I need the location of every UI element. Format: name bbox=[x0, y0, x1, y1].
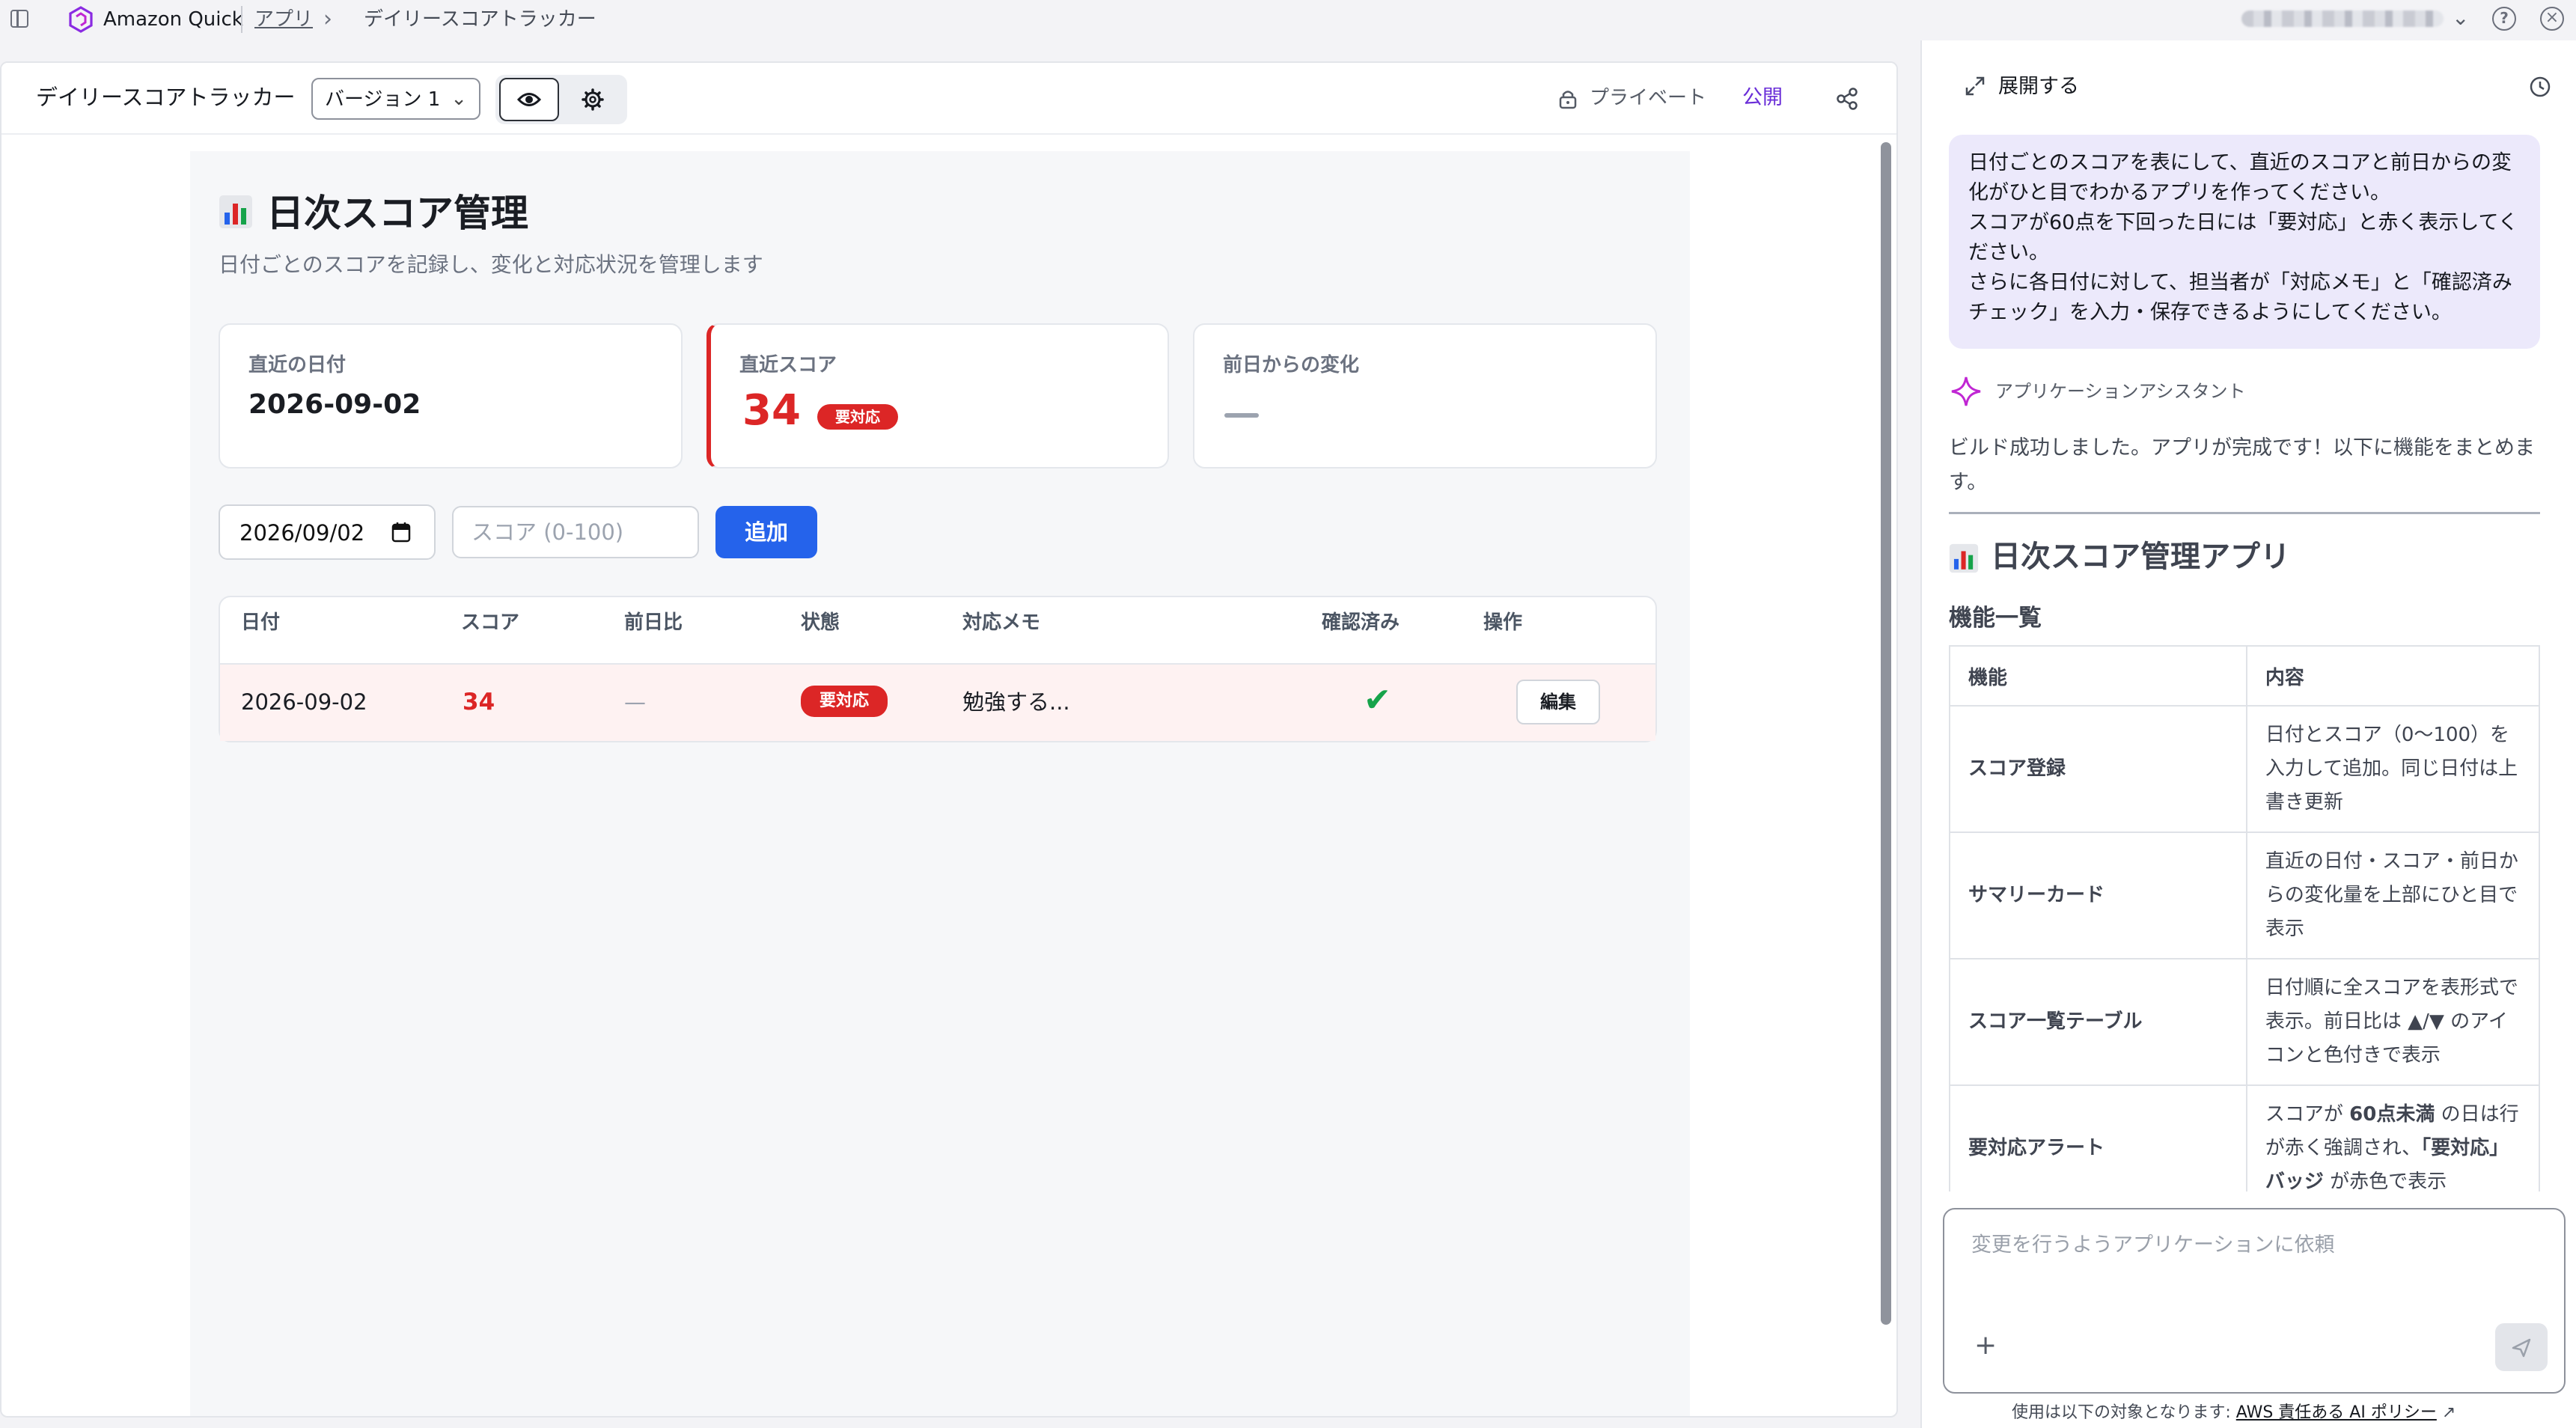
bar-chart-icon bbox=[219, 195, 252, 228]
feature-description: 日付順に全スコアを表形式で表示。前日比は ▲/▼ のアイコンと色付きで表示 bbox=[2245, 958, 2540, 1086]
column-header-score: スコア bbox=[461, 611, 520, 634]
edit-button[interactable]: 編集 bbox=[1516, 680, 1600, 724]
assistant-message: ビルド成功しました。アプリが完成です！以下に機能をまとめます。 bbox=[1949, 436, 2535, 494]
column-header-status: 状態 bbox=[801, 611, 840, 634]
preview-button[interactable] bbox=[499, 78, 559, 121]
sparkle-icon bbox=[1951, 376, 1981, 406]
no-change-dash bbox=[1224, 413, 1259, 418]
assistant-name: アプリケーションアシスタント bbox=[1995, 381, 2246, 402]
user-message-bubble: 日付ごとのスコアを表にして、直近のスコアと前日からの変化がひと目でわかるアプリを… bbox=[1949, 135, 2540, 349]
breadcrumb-current: デイリースコアトラッカー bbox=[364, 8, 596, 31]
lock-icon bbox=[1559, 91, 1577, 109]
breadcrumb-apps-link[interactable]: アプリ bbox=[254, 6, 313, 33]
breadcrumb-chevron-icon: › bbox=[323, 6, 332, 32]
recent-date-card: 直近の日付 2026-09-02 bbox=[219, 323, 683, 469]
feature-name: 要対応アラート bbox=[1949, 1084, 2247, 1191]
column-header-confirmed: 確認済み bbox=[1322, 611, 1400, 634]
divider bbox=[1949, 512, 2540, 514]
policy-link[interactable]: AWS 責任ある AI ポリシー bbox=[2236, 1403, 2437, 1422]
expand-icon[interactable] bbox=[1964, 75, 1986, 97]
add-attachment-button[interactable]: + bbox=[1974, 1331, 1997, 1361]
recent-date-value: 2026-09-02 bbox=[248, 389, 421, 420]
add-score-button[interactable]: 追加 bbox=[715, 506, 817, 558]
amazon-quick-logo-icon bbox=[69, 6, 93, 33]
external-link-icon: ↗ bbox=[2436, 1403, 2456, 1422]
row-change: — bbox=[624, 689, 646, 715]
recent-score-card: 直近スコア 34 要対応 bbox=[706, 323, 1169, 469]
feature-description: 直近の日付・スコア・前日からの変化量を上部にひと目で表示 bbox=[2245, 832, 2540, 959]
daily-change-label: 前日からの変化 bbox=[1223, 354, 1360, 376]
recent-score-label: 直近スコア bbox=[739, 354, 837, 376]
daily-change-card: 前日からの変化 bbox=[1193, 323, 1657, 469]
row-status-badge: 要対応 bbox=[801, 686, 888, 717]
feature-column-header: 機能 bbox=[1949, 645, 2247, 707]
chevron-down-icon: ⌄ bbox=[451, 88, 467, 110]
scrollbar-thumb[interactable] bbox=[1881, 142, 1891, 1325]
breadcrumb-divider bbox=[241, 6, 242, 33]
sidebar-toggle-icon[interactable] bbox=[7, 6, 34, 33]
row-memo: 勉強する... bbox=[962, 689, 1070, 715]
table-row: スコア登録 日付とスコア（0〜100）を入力して追加。同じ日付は上書き更新 bbox=[1949, 705, 2540, 833]
desc-bold: 60点未満 bbox=[2349, 1103, 2435, 1126]
recent-date-label: 直近の日付 bbox=[248, 354, 347, 376]
recent-score-value: 34 bbox=[742, 386, 801, 435]
row-score: 34 bbox=[463, 689, 495, 715]
privacy-status-button[interactable]: プライベート bbox=[1590, 84, 1706, 112]
send-button[interactable] bbox=[2495, 1323, 2548, 1371]
account-chevron-down-icon[interactable]: ⌄ bbox=[2452, 6, 2469, 30]
send-icon bbox=[2512, 1338, 2531, 1358]
response-subtitle: 機能一覧 bbox=[1949, 605, 2042, 632]
page-subtitle: 日付ごとのスコアを記録し、変化と対応状況を管理します bbox=[219, 252, 763, 277]
settings-button[interactable] bbox=[563, 78, 623, 121]
response-title: 日次スコア管理アプリ bbox=[1991, 540, 2290, 574]
policy-prefix: 使用は以下の対象となります: bbox=[2012, 1403, 2236, 1422]
version-value: バージョン 1 bbox=[325, 88, 441, 111]
date-input-value: 2026/09/02 bbox=[239, 520, 365, 546]
feature-description: スコアが 60点未満 の日は行が赤く強調され、「要対応」バッジ が赤色で表示 bbox=[2245, 1084, 2540, 1191]
feature-name: スコア登録 bbox=[1949, 705, 2247, 833]
account-menu[interactable] bbox=[2241, 10, 2444, 27]
calendar-icon[interactable] bbox=[391, 521, 412, 543]
needs-action-badge: 要対応 bbox=[817, 404, 898, 430]
column-header-change: 前日比 bbox=[624, 611, 683, 634]
desc-text: が赤色で表示 bbox=[2323, 1171, 2447, 1191]
expand-button[interactable]: 展開する bbox=[1998, 72, 2079, 102]
app-title: デイリースコアトラッカー bbox=[36, 85, 296, 110]
table-row: 要対応アラート スコアが 60点未満 の日は行が赤く強調され、「要対応」バッジ … bbox=[1949, 1084, 2540, 1191]
page-title: 日次スコア管理 bbox=[266, 192, 528, 235]
desc-text: スコアが bbox=[2265, 1103, 2350, 1126]
table-row: スコア一覧テーブル 日付順に全スコアを表形式で表示。前日比は ▲/▼ のアイコン… bbox=[1949, 958, 2540, 1086]
close-icon[interactable]: × bbox=[2540, 7, 2564, 31]
feature-table: 機能 内容 スコア登録 日付とスコア（0〜100）を入力して追加。同じ日付は上書… bbox=[1949, 645, 2540, 1191]
share-icon[interactable] bbox=[1834, 85, 1861, 112]
user-message-text: 日付ごとのスコアを表にして、直近のスコアと前日からの変化がひと目でわかるアプリを… bbox=[1968, 151, 2518, 324]
column-header-actions: 操作 bbox=[1483, 611, 1523, 634]
feature-name: サマリーカード bbox=[1949, 832, 2247, 959]
column-header-date: 日付 bbox=[241, 611, 281, 634]
score-input[interactable] bbox=[452, 506, 699, 558]
policy-footer: 使用は以下の対象となります: AWS 責任ある AI ポリシー ↗ bbox=[2012, 1401, 2456, 1425]
feature-name: スコア一覧テーブル bbox=[1949, 958, 2247, 1086]
prompt-placeholder: 変更を行うようアプリケーションに依頼 bbox=[1971, 1233, 2335, 1257]
brand-name: Amazon Quick bbox=[103, 8, 243, 31]
history-icon[interactable] bbox=[2528, 75, 2552, 99]
feature-description: 日付とスコア（0〜100）を入力して追加。同じ日付は上書き更新 bbox=[2245, 705, 2540, 833]
bar-chart-icon bbox=[1949, 543, 1979, 573]
version-select[interactable]: バージョン 1 ⌄ bbox=[311, 78, 480, 120]
column-header-memo: 対応メモ bbox=[962, 611, 1041, 634]
help-icon[interactable]: ? bbox=[2492, 7, 2516, 31]
prompt-input[interactable]: 変更を行うようアプリケーションに依頼 bbox=[1943, 1208, 2566, 1394]
gear-icon bbox=[582, 88, 604, 111]
confirmed-check-icon[interactable]: ✔ bbox=[1364, 680, 1391, 721]
eye-icon bbox=[516, 93, 542, 106]
table-row bbox=[220, 663, 1655, 741]
table-row: サマリーカード 直近の日付・スコア・前日からの変化量を上部にひと目で表示 bbox=[1949, 832, 2540, 959]
publish-button[interactable]: 公開 bbox=[1742, 84, 1783, 112]
row-date: 2026-09-02 bbox=[241, 689, 367, 715]
description-column-header: 内容 bbox=[2245, 645, 2540, 707]
